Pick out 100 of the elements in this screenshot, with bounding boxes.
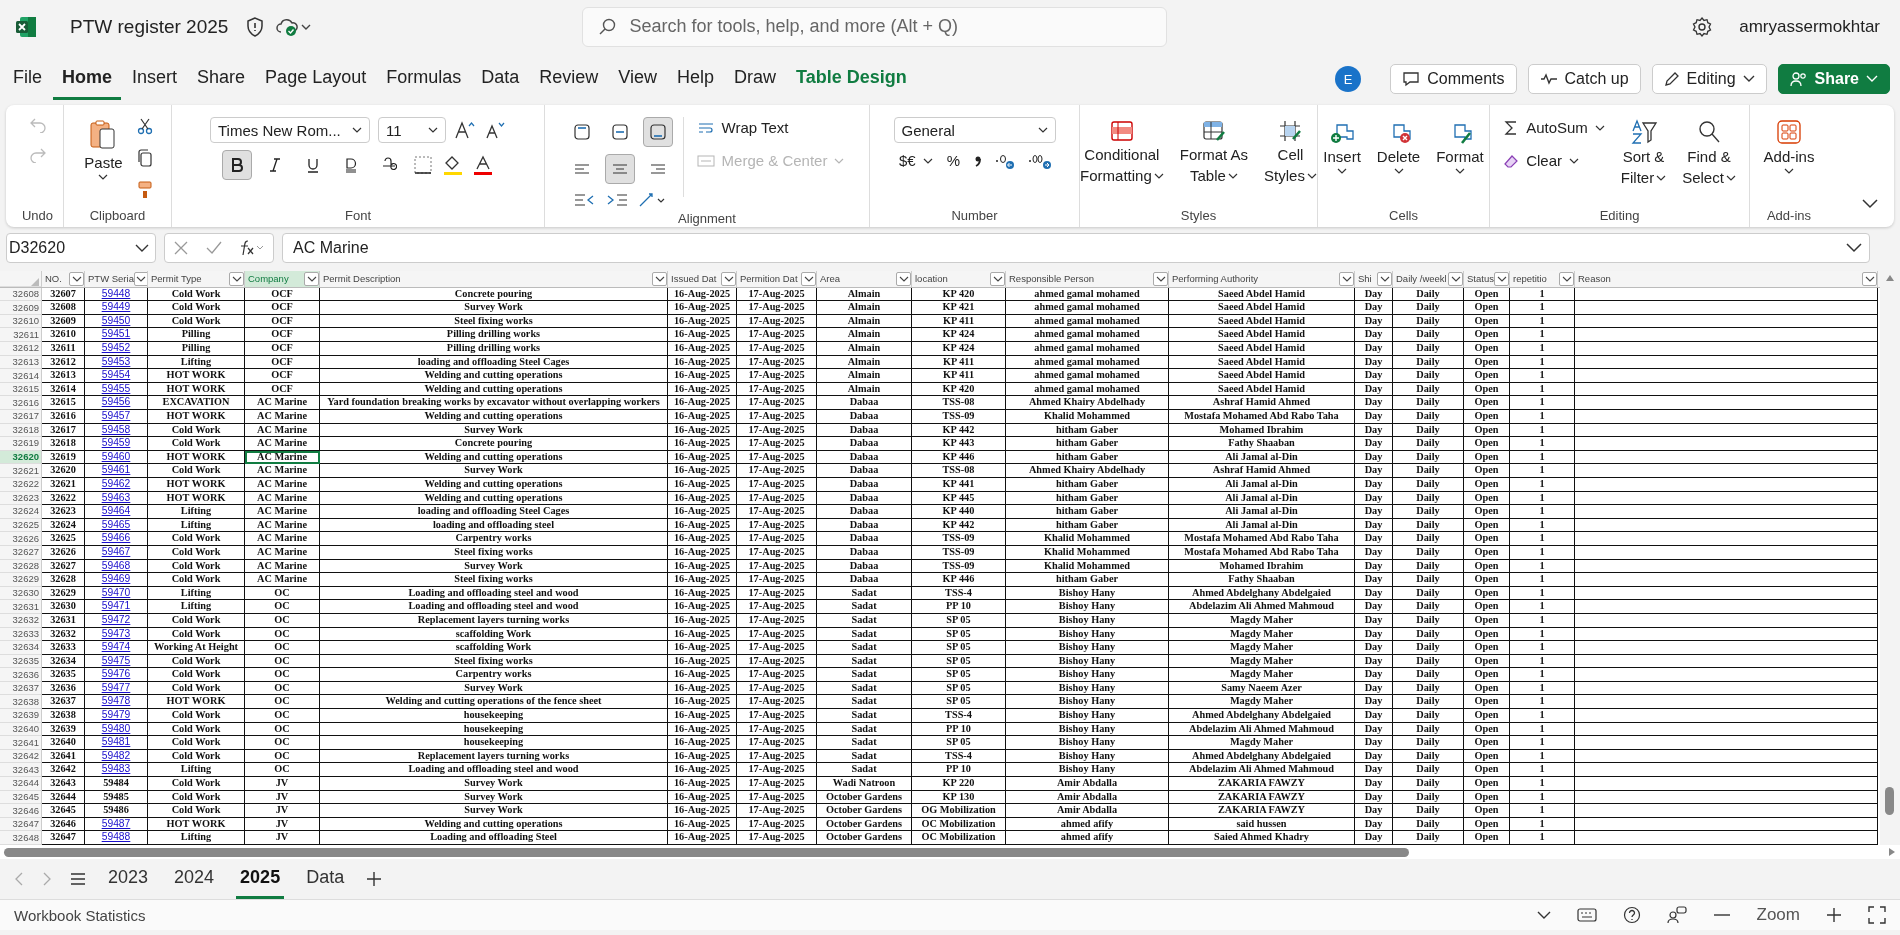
find-button[interactable]: Find & Select (1679, 117, 1739, 189)
column-header[interactable]: PTW Seria (88, 273, 134, 285)
keyboard-icon[interactable] (1576, 908, 1597, 922)
zoom-out-icon[interactable] (1712, 913, 1731, 917)
serial-link[interactable]: 59478 (101, 695, 131, 707)
grow-font-icon[interactable] (454, 120, 476, 140)
serial-link[interactable]: 59452 (101, 342, 131, 354)
table-styles-button[interactable]: Format As Table (1176, 117, 1252, 187)
serial-link[interactable]: 59479 (101, 709, 131, 721)
column-header[interactable]: Area (820, 273, 841, 285)
spreadsheet-logo-icon[interactable] (14, 14, 38, 39)
menu-tab[interactable]: Share (188, 58, 255, 100)
column-header[interactable]: Permit Description (323, 273, 401, 285)
row-header[interactable]: 32616 (0, 396, 42, 410)
column-header[interactable]: NO. (45, 273, 62, 285)
autosum-button[interactable]: AutoSum (1500, 117, 1608, 138)
row-header[interactable]: 32617 (0, 410, 42, 424)
format-painter-icon[interactable] (135, 181, 154, 199)
add-ins-button[interactable]: Add-ins (1760, 117, 1818, 176)
menu-tab[interactable]: Draw (725, 58, 786, 100)
column-header[interactable]: location (915, 273, 948, 285)
search-field[interactable]: Search for tools, help, and more (Alt + Q) (582, 6, 1168, 47)
font-color-icon[interactable] (472, 154, 494, 176)
borders-icon[interactable] (412, 155, 434, 175)
serial-link[interactable]: 59481 (101, 736, 131, 748)
serial-link[interactable]: 59460 (101, 450, 131, 462)
shrink-font-icon[interactable] (484, 120, 506, 140)
column-header[interactable]: Status (1467, 273, 1494, 285)
filter-button[interactable] (990, 271, 1005, 286)
fill-color-icon[interactable] (442, 154, 464, 176)
expand-formula-icon[interactable] (1846, 243, 1862, 253)
align-center-button[interactable] (604, 154, 635, 184)
row-header[interactable]: 32612 (0, 342, 42, 356)
row-header[interactable]: 32638 (0, 695, 42, 710)
serial-link[interactable]: 59480 (101, 722, 131, 734)
filter-button[interactable] (721, 271, 736, 286)
row-header[interactable]: 32639 (0, 709, 42, 723)
column-header[interactable]: Issued Dat (671, 273, 717, 285)
user-name[interactable]: amryassermokhtar (1739, 16, 1880, 37)
settings-icon[interactable] (1691, 15, 1714, 38)
serial-link[interactable]: 59469 (101, 573, 131, 585)
menu-tab[interactable]: Page Layout (256, 58, 376, 100)
row-header[interactable]: 32611 (0, 328, 42, 343)
conditional-styles-button[interactable]: Conditional Formatting (1077, 117, 1167, 187)
column-header[interactable]: Daily /weekl (1396, 273, 1447, 285)
column-header[interactable]: Responsible Person (1009, 273, 1095, 285)
help-icon[interactable] (1622, 906, 1641, 924)
scrollbar-thumb[interactable] (1885, 787, 1894, 815)
font-family-dropdown[interactable]: Times New Rom... (210, 117, 370, 143)
sheet-tab[interactable]: 2023 (104, 859, 153, 899)
serial-link[interactable]: 59468 (101, 559, 131, 571)
column-header[interactable]: Reason (1578, 273, 1611, 285)
filter-button[interactable] (1494, 271, 1509, 286)
font-size-dropdown[interactable]: 11 (378, 117, 446, 143)
zoom-label[interactable]: Zoom (1756, 905, 1800, 925)
cloud-saved-icon[interactable] (276, 16, 313, 37)
menu-tab[interactable]: Formulas (377, 58, 471, 100)
catch-up-button[interactable]: Catch up (1527, 64, 1641, 94)
scroll-right-icon[interactable] (1888, 847, 1896, 857)
comments-button[interactable]: Comments (1390, 64, 1517, 94)
column-header[interactable]: Permit Type (151, 273, 202, 285)
column-header[interactable]: Performing Authority (1172, 273, 1259, 285)
cut-icon[interactable] (135, 117, 154, 135)
serial-link[interactable]: 59448 (101, 287, 131, 299)
serial-link[interactable]: 59474 (101, 641, 131, 653)
workbook-statistics-button[interactable]: Workbook Statistics (14, 906, 146, 924)
column-header[interactable]: Shi (1358, 273, 1372, 285)
row-header[interactable]: 32609 (0, 301, 42, 315)
menu-tab[interactable]: Table Design (787, 58, 916, 100)
serial-link[interactable]: 59476 (101, 668, 131, 680)
menu-tab[interactable]: Insert (123, 58, 187, 100)
user-avatar[interactable]: E (1335, 66, 1362, 92)
formula-field[interactable]: AC Marine (282, 233, 1870, 263)
filter-button[interactable] (1377, 271, 1392, 286)
menu-tab[interactable]: File (4, 58, 51, 100)
row-header[interactable]: 32624 (0, 505, 42, 519)
serial-link[interactable]: 59467 (101, 545, 131, 557)
column-header[interactable]: Permition Dat (740, 273, 798, 285)
function-icon[interactable] (239, 239, 265, 257)
filter-button[interactable] (1153, 271, 1168, 286)
serial-link[interactable]: 59472 (101, 613, 131, 625)
paste-button[interactable]: Paste (81, 117, 126, 182)
menu-tab[interactable]: View (609, 58, 666, 100)
row-header[interactable]: 32626 (0, 532, 42, 546)
serial-link[interactable]: 59449 (101, 301, 131, 313)
filter-button[interactable] (1448, 271, 1463, 286)
serial-link[interactable]: 59459 (101, 437, 131, 449)
filter-button[interactable] (652, 271, 667, 286)
menu-tab[interactable]: Review (530, 58, 608, 100)
expand-ribbon-icon[interactable] (1862, 199, 1878, 209)
filter-button[interactable] (69, 271, 84, 286)
row-header[interactable]: 32634 (0, 641, 42, 655)
filter-button[interactable] (801, 271, 816, 286)
add-sheet-icon[interactable] (366, 871, 383, 887)
serial-link[interactable]: 59458 (101, 423, 131, 435)
serial-link[interactable]: 59450 (101, 314, 131, 326)
filter-button[interactable] (229, 271, 244, 286)
menu-icon[interactable] (70, 873, 86, 885)
scroll-up-icon[interactable] (1885, 274, 1895, 282)
sheet-tab[interactable]: 2024 (170, 859, 219, 899)
